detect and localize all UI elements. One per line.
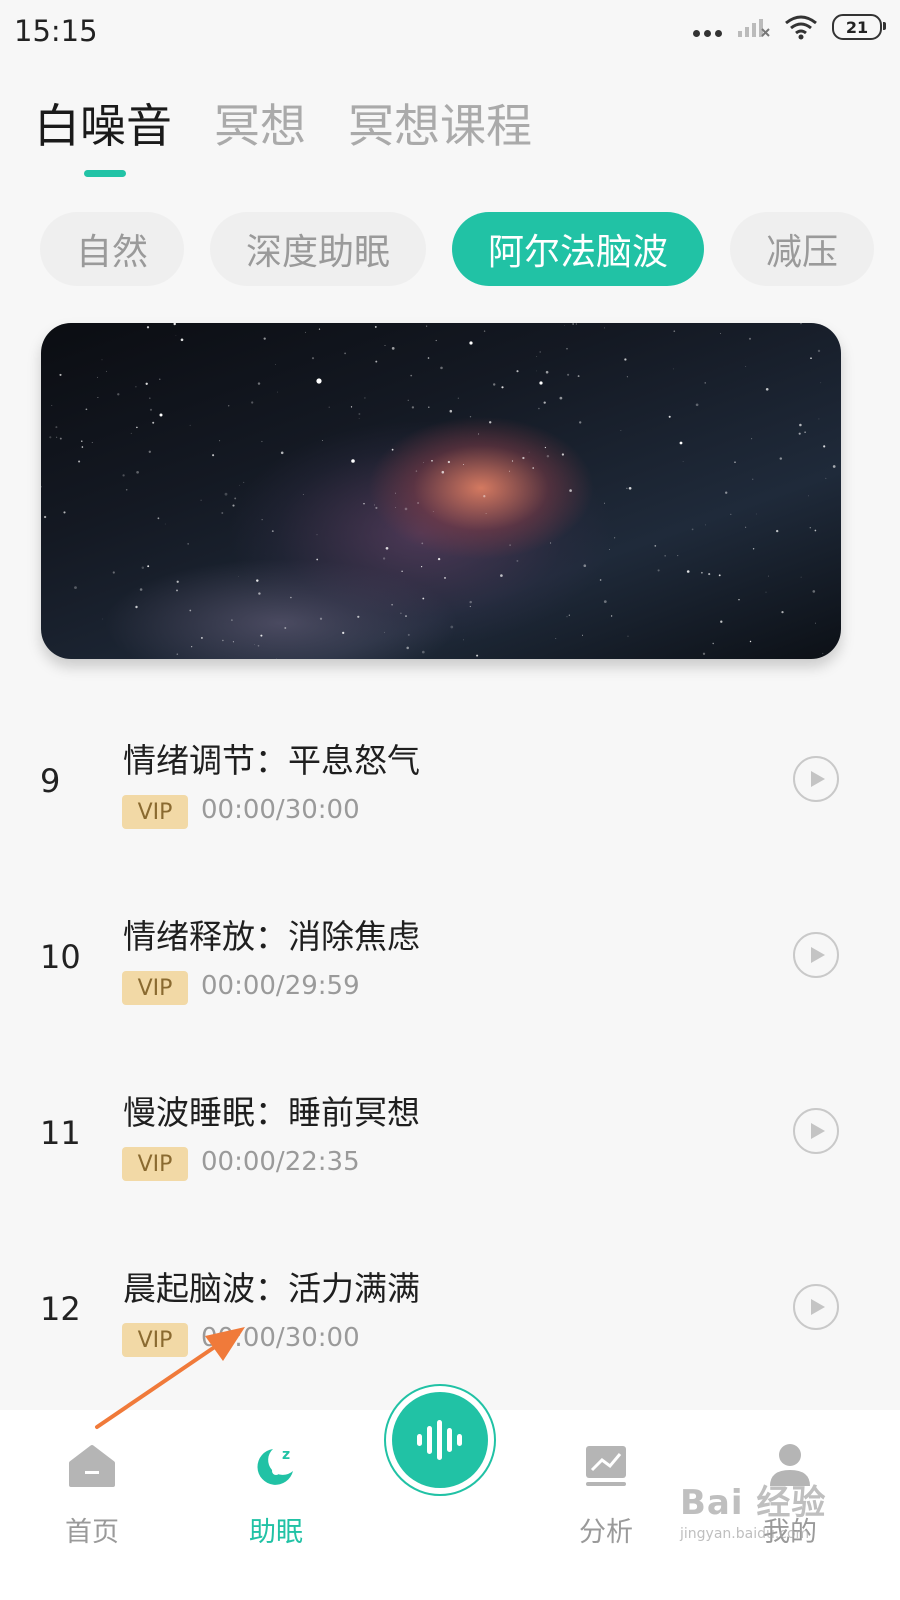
center-play-button[interactable] <box>384 1384 496 1496</box>
vip-badge: VIP <box>122 795 188 829</box>
vip-badge: VIP <box>122 1323 188 1357</box>
play-button[interactable] <box>793 1108 839 1154</box>
status-bar: 15:15 21 <box>0 0 900 62</box>
track-number: 11 <box>40 1114 81 1152</box>
track-row[interactable]: 12 晨起脑波：活力满满 VIP 00:00/30:00 <box>0 1228 900 1388</box>
play-button[interactable] <box>793 756 839 802</box>
play-icon <box>811 1299 825 1315</box>
track-number: 10 <box>40 938 81 976</box>
watermark-logo: Bai 经验 jingyan.baidu.com <box>680 1483 827 1542</box>
play-icon <box>811 1123 825 1139</box>
top-tabs: 白噪音 冥想 冥想课程 <box>34 90 532 156</box>
svg-text:z: z <box>282 1447 290 1463</box>
signal-icon <box>738 19 770 37</box>
nav-home[interactable]: 首页 <box>22 1410 162 1600</box>
track-duration: 00:00/30:00 <box>201 795 360 825</box>
nav-sleep[interactable]: z 助眠 <box>206 1410 346 1600</box>
play-button[interactable] <box>793 1284 839 1330</box>
chip-stress-relief[interactable]: 减压 <box>730 212 875 286</box>
track-row[interactable]: 11 慢波睡眠：睡前冥想 VIP 00:00/22:35 <box>0 1052 900 1212</box>
track-row[interactable]: 9 情绪调节：平息怒气 VIP 00:00/30:00 <box>0 700 900 860</box>
wifi-icon <box>785 15 817 40</box>
soundwave-icon <box>392 1392 488 1488</box>
chart-icon <box>582 1440 630 1492</box>
vip-badge: VIP <box>122 1147 188 1181</box>
chip-deep-sleep[interactable]: 深度助眠 <box>210 212 427 286</box>
play-icon <box>811 947 825 963</box>
more-dots-icon <box>693 29 722 37</box>
track-title: 晨起脑波：活力满满 <box>123 1269 420 1308</box>
play-button[interactable] <box>793 932 839 978</box>
status-icons: 21 <box>693 14 886 40</box>
tab-meditation-course[interactable]: 冥想课程 <box>348 90 532 156</box>
home-icon <box>67 1440 117 1492</box>
nav-sleep-label: 助眠 <box>249 1517 303 1548</box>
nav-analysis[interactable]: 分析 <box>536 1410 676 1600</box>
nav-analysis-label: 分析 <box>579 1517 633 1548</box>
track-duration: 00:00/22:35 <box>201 1147 360 1177</box>
chip-alpha-waves[interactable]: 阿尔法脑波 <box>452 212 705 286</box>
chip-nature[interactable]: 自然 <box>40 212 185 286</box>
vip-badge: VIP <box>122 971 188 1005</box>
starfield <box>41 323 836 659</box>
category-chips: 自然 深度助眠 阿尔法脑波 减压 <box>40 212 900 288</box>
active-tab-indicator <box>84 170 126 177</box>
track-duration: 00:00/30:00 <box>201 1323 360 1353</box>
tab-white-noise[interactable]: 白噪音 <box>34 90 172 156</box>
track-number: 9 <box>40 762 61 800</box>
moon-sleep-icon: z <box>251 1440 301 1492</box>
track-title: 情绪释放：消除焦虑 <box>123 917 420 956</box>
status-time: 15:15 <box>14 14 98 48</box>
play-icon <box>811 771 825 787</box>
tab-meditation[interactable]: 冥想 <box>214 90 306 156</box>
track-number: 12 <box>40 1290 81 1328</box>
banner-image[interactable] <box>41 323 841 659</box>
track-row[interactable]: 10 情绪释放：消除焦虑 VIP 00:00/29:59 <box>0 876 900 1036</box>
track-duration: 00:00/29:59 <box>201 971 360 1001</box>
nav-home-label: 首页 <box>65 1517 119 1548</box>
battery-indicator: 21 <box>832 14 886 40</box>
track-title: 慢波睡眠：睡前冥想 <box>123 1093 420 1132</box>
track-title: 情绪调节：平息怒气 <box>123 741 420 780</box>
